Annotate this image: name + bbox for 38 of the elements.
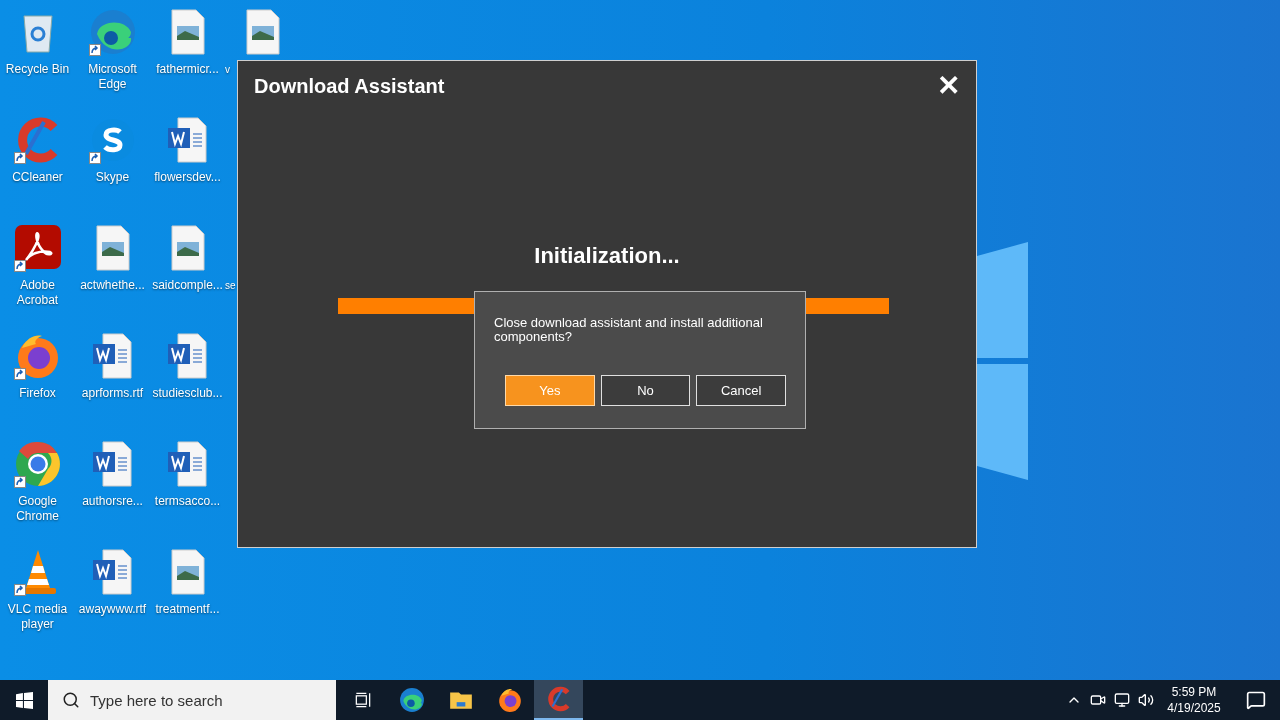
desktop-icon-label: aprforms.rtf xyxy=(80,386,145,401)
notifications-icon[interactable] xyxy=(1246,690,1266,710)
desktop-icon-label: Skype xyxy=(94,170,131,185)
close-button[interactable]: ✕ xyxy=(937,72,960,100)
desktop-icon-label: studiesclub... xyxy=(151,386,224,401)
desktop-icon-label: fathermicr... xyxy=(155,62,220,77)
desktop-icon-label: authorsre... xyxy=(81,494,144,509)
camera-icon[interactable] xyxy=(1090,692,1106,708)
desktop-icon-label: Google Chrome xyxy=(15,494,60,524)
network-icon[interactable] xyxy=(1114,692,1130,708)
firefox-icon xyxy=(496,687,523,713)
dialog-button[interactable]: No xyxy=(600,375,691,406)
status-text: Initialization... xyxy=(534,242,680,270)
desktop-icon-label: Microsoft Edge xyxy=(87,62,138,92)
desktop-icon-label: flowersdev... xyxy=(153,170,222,185)
search-icon xyxy=(62,691,80,709)
desktop-icon-label: se xyxy=(225,279,236,293)
desktop-icon-label: CCleaner xyxy=(11,170,64,185)
desktop-icon-label: termsacco... xyxy=(153,494,222,509)
clock-time[interactable]: 5:59 PM xyxy=(1171,684,1217,700)
desktop-icon-label: v xyxy=(225,63,230,77)
desktop-icon-label: treatmentf... xyxy=(154,602,221,617)
dialog-button[interactable]: Cancel xyxy=(696,375,786,406)
volume-icon[interactable] xyxy=(1138,692,1154,708)
desktop-icon-label: saidcomple... xyxy=(151,278,224,293)
search-field[interactable]: Type here to search xyxy=(48,680,336,720)
desktop-icon-label: actwhethe... xyxy=(79,278,146,293)
desktop-icon-label: Recycle Bin xyxy=(4,62,71,77)
windows-start-icon xyxy=(15,691,33,709)
dialog-message: Close download assistant and install additional components? xyxy=(494,316,764,344)
desktop-icon-label: awaywww.rtf xyxy=(77,602,148,617)
desktop-icon-label: VLC media player xyxy=(6,602,69,632)
clock-date[interactable]: 4/19/2025 xyxy=(1167,700,1221,716)
ccleaner-icon xyxy=(545,686,572,712)
desktop-icon-label: Firefox xyxy=(18,386,57,401)
desktop-icon-label: Adobe Acrobat xyxy=(15,278,60,308)
edge-icon xyxy=(398,687,425,713)
window-title: Download Assistant xyxy=(254,74,445,99)
